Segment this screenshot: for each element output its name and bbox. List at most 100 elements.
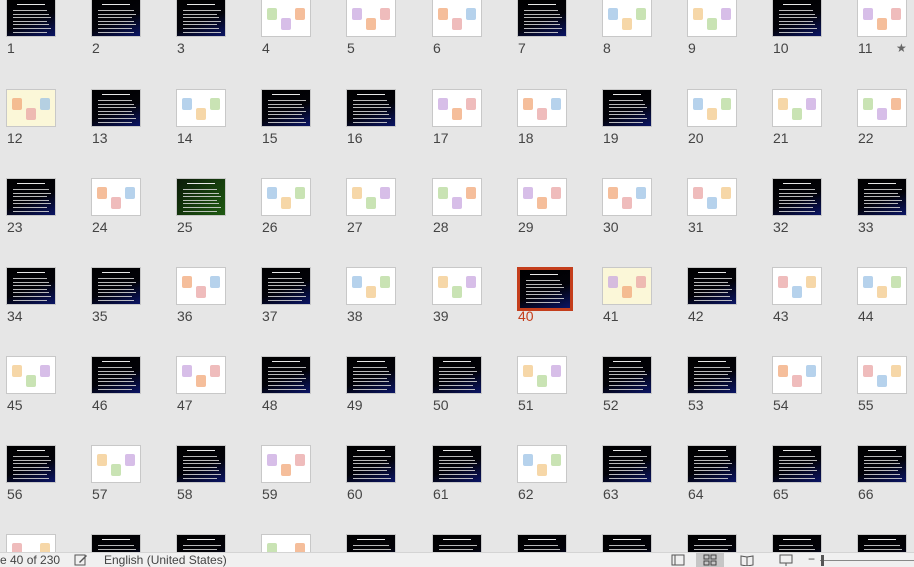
slide-show-button[interactable] <box>772 553 800 567</box>
slide-number: 42 <box>688 308 704 324</box>
slide-thumbnail[interactable] <box>517 0 567 37</box>
slide-thumbnail[interactable] <box>91 267 141 305</box>
slide-thumbnail[interactable] <box>6 356 56 394</box>
reading-view-button[interactable] <box>733 553 761 567</box>
slide-thumbnail[interactable] <box>432 267 482 305</box>
status-bar: e 40 of 230 English (United States) − <box>0 552 914 567</box>
slide-thumbnail[interactable] <box>432 445 482 483</box>
slide-thumbnail[interactable] <box>772 0 822 37</box>
slide-thumbnail[interactable] <box>857 89 907 127</box>
slide-number: 24 <box>92 219 108 235</box>
slide-thumbnail[interactable] <box>176 178 226 216</box>
slide-thumbnail[interactable] <box>176 0 226 37</box>
slide-thumbnail[interactable] <box>687 445 737 483</box>
slide-thumbnail[interactable] <box>517 534 567 552</box>
slide-thumbnail[interactable] <box>517 178 567 216</box>
slide-thumbnail[interactable] <box>91 0 141 37</box>
slide-number: 55 <box>858 397 874 413</box>
slide-thumbnail[interactable] <box>517 89 567 127</box>
slide-thumbnail[interactable] <box>91 445 141 483</box>
slide-thumbnail[interactable] <box>432 356 482 394</box>
slide-thumbnail[interactable] <box>432 89 482 127</box>
slide-number: 48 <box>262 397 278 413</box>
slide-thumbnail[interactable] <box>346 89 396 127</box>
slide-number: 5 <box>347 40 355 56</box>
slide-thumbnail[interactable] <box>602 267 652 305</box>
slide-thumbnail[interactable] <box>687 89 737 127</box>
slide-thumbnail[interactable] <box>857 534 907 552</box>
slide-number: 3 <box>177 40 185 56</box>
slide-thumbnail[interactable] <box>6 89 56 127</box>
slide-thumbnail[interactable] <box>602 356 652 394</box>
slide-thumbnail[interactable] <box>687 356 737 394</box>
slide-thumbnail[interactable] <box>6 178 56 216</box>
slide-sorter-grid: 1 2 3 4 5 6 7 8 9 10 11 ★ 12 13 14 15 16 17 18 19 20 21 22 23 24… <box>0 0 914 552</box>
notes-edit-icon[interactable] <box>74 554 88 566</box>
slide-thumbnail[interactable] <box>772 89 822 127</box>
slide-thumbnail[interactable] <box>857 178 907 216</box>
slide-thumbnail[interactable] <box>772 267 822 305</box>
slide-thumbnail[interactable] <box>176 267 226 305</box>
slide-thumbnail[interactable] <box>772 178 822 216</box>
slide-thumbnail[interactable] <box>602 178 652 216</box>
slide-thumbnail[interactable] <box>432 0 482 37</box>
slide-thumbnail[interactable] <box>261 267 311 305</box>
slide-thumbnail[interactable] <box>261 445 311 483</box>
slide-thumbnail[interactable] <box>772 534 822 552</box>
slide-thumbnail[interactable] <box>346 267 396 305</box>
slide-thumbnail[interactable] <box>602 445 652 483</box>
slide-number: 18 <box>518 130 534 146</box>
slide-thumbnail[interactable] <box>346 0 396 37</box>
slide-thumbnail[interactable] <box>176 89 226 127</box>
zoom-slider-handle[interactable] <box>821 555 824 566</box>
language-indicator[interactable]: English (United States) <box>104 553 227 567</box>
slide-thumbnail[interactable] <box>91 89 141 127</box>
slide-thumbnail[interactable] <box>176 445 226 483</box>
slide-thumbnail[interactable] <box>261 0 311 37</box>
slide-thumbnail[interactable] <box>346 356 396 394</box>
slide-show-icon <box>779 554 793 566</box>
slide-thumbnail[interactable] <box>772 445 822 483</box>
slide-thumbnail[interactable] <box>346 534 396 552</box>
slide-thumbnail[interactable] <box>261 356 311 394</box>
slide-thumbnail[interactable] <box>602 0 652 37</box>
normal-view-button[interactable] <box>664 553 692 567</box>
slide-thumbnail[interactable] <box>602 89 652 127</box>
slide-thumbnail[interactable] <box>176 356 226 394</box>
slide-thumbnail[interactable] <box>261 89 311 127</box>
slide-number: 10 <box>773 40 789 56</box>
slide-thumbnail[interactable] <box>517 445 567 483</box>
slide-thumbnail[interactable] <box>346 178 396 216</box>
slide-thumbnail[interactable] <box>857 356 907 394</box>
slide-thumbnail[interactable] <box>6 0 56 37</box>
slide-thumbnail[interactable] <box>91 356 141 394</box>
slide-thumbnail[interactable] <box>687 178 737 216</box>
slide-number: 39 <box>433 308 449 324</box>
slide-thumbnail[interactable] <box>346 445 396 483</box>
zoom-out-icon[interactable]: − <box>808 552 815 566</box>
slide-thumbnail[interactable] <box>857 0 907 37</box>
slide-thumbnail[interactable] <box>772 356 822 394</box>
slide-thumbnail[interactable] <box>602 534 652 552</box>
slide-thumbnail[interactable] <box>687 267 737 305</box>
slide-thumbnail[interactable] <box>517 267 573 311</box>
slide-thumbnail[interactable] <box>857 267 907 305</box>
slide-thumbnail[interactable] <box>517 356 567 394</box>
slide-thumbnail[interactable] <box>6 267 56 305</box>
slide-thumbnail[interactable] <box>261 178 311 216</box>
slide-thumbnail[interactable] <box>261 534 311 552</box>
zoom-slider[interactable] <box>820 560 914 561</box>
slide-thumbnail[interactable] <box>857 445 907 483</box>
slide-thumbnail[interactable] <box>432 178 482 216</box>
slide-thumbnail[interactable] <box>6 534 56 552</box>
slide-thumbnail[interactable] <box>176 534 226 552</box>
slide-thumbnail[interactable] <box>432 534 482 552</box>
slide-thumbnail[interactable] <box>6 445 56 483</box>
slide-thumbnail[interactable] <box>91 534 141 552</box>
slide-thumbnail[interactable] <box>687 0 737 37</box>
slide-sorter-button[interactable] <box>696 553 724 567</box>
slide-indicator[interactable]: e 40 of 230 <box>0 553 60 567</box>
slide-thumbnail[interactable] <box>687 534 737 552</box>
slide-thumbnail[interactable] <box>91 178 141 216</box>
slide-number: 4 <box>262 40 270 56</box>
